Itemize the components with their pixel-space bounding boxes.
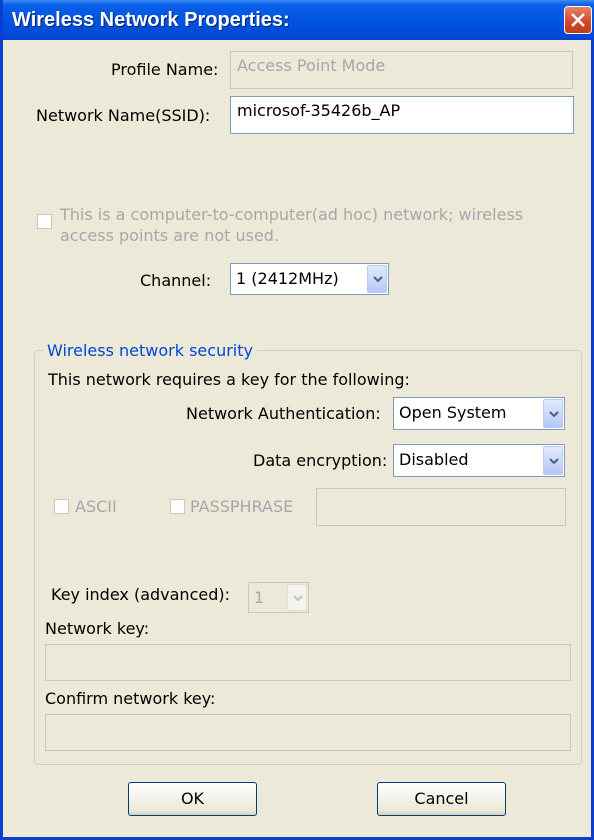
- ascii-label: ASCII: [75, 497, 117, 516]
- security-intro: This network requires a key for the foll…: [48, 370, 410, 389]
- confirm-key-input[interactable]: [45, 714, 571, 751]
- profile-name-field[interactable]: Access Point Mode: [230, 51, 573, 89]
- key-index-select[interactable]: 1: [248, 582, 309, 613]
- cancel-button[interactable]: Cancel: [377, 782, 506, 816]
- channel-value: 1 (2412MHz): [236, 269, 339, 288]
- network-key-label: Network key:: [45, 619, 150, 638]
- chevron-down-icon[interactable]: [287, 584, 307, 611]
- channel-select[interactable]: 1 (2412MHz): [230, 263, 389, 295]
- passphrase-input[interactable]: [316, 488, 566, 526]
- passphrase-label: PASSPHRASE: [190, 497, 294, 516]
- auth-value: Open System: [399, 403, 507, 422]
- ok-button[interactable]: OK: [128, 782, 257, 816]
- ascii-checkbox[interactable]: [54, 499, 69, 514]
- channel-label: Channel:: [140, 271, 212, 290]
- encryption-label: Data encryption:: [253, 451, 388, 470]
- security-legend: Wireless network security: [43, 341, 257, 360]
- close-icon: [571, 13, 585, 27]
- chevron-down-icon[interactable]: [367, 265, 387, 293]
- adhoc-checkbox[interactable]: [37, 214, 52, 229]
- profile-name-label: Profile Name:: [111, 60, 219, 79]
- passphrase-checkbox[interactable]: [170, 499, 185, 514]
- encryption-value: Disabled: [399, 450, 469, 469]
- auth-select[interactable]: Open System: [393, 397, 565, 430]
- ssid-input[interactable]: microsof-35426b_AP: [230, 96, 574, 134]
- key-index-value: 1: [254, 588, 265, 607]
- title-bar[interactable]: Wireless Network Properties:: [3, 0, 594, 40]
- chevron-down-icon[interactable]: [543, 399, 563, 428]
- dialog-window: Wireless Network Properties: Profile Nam…: [0, 0, 594, 840]
- auth-label: Network Authentication:: [186, 404, 381, 423]
- encryption-select[interactable]: Disabled: [393, 444, 565, 477]
- key-index-label: Key index (advanced):: [51, 585, 230, 604]
- window-title: Wireless Network Properties:: [12, 9, 290, 31]
- confirm-key-label: Confirm network key:: [45, 689, 216, 708]
- network-key-input[interactable]: [45, 644, 571, 681]
- ssid-label: Network Name(SSID):: [36, 106, 211, 125]
- adhoc-label-line1: This is a computer-to-computer(ad hoc) n…: [60, 205, 524, 224]
- chevron-down-icon[interactable]: [543, 446, 563, 475]
- close-button[interactable]: [564, 6, 592, 34]
- adhoc-label-line2: access points are not used.: [60, 226, 280, 245]
